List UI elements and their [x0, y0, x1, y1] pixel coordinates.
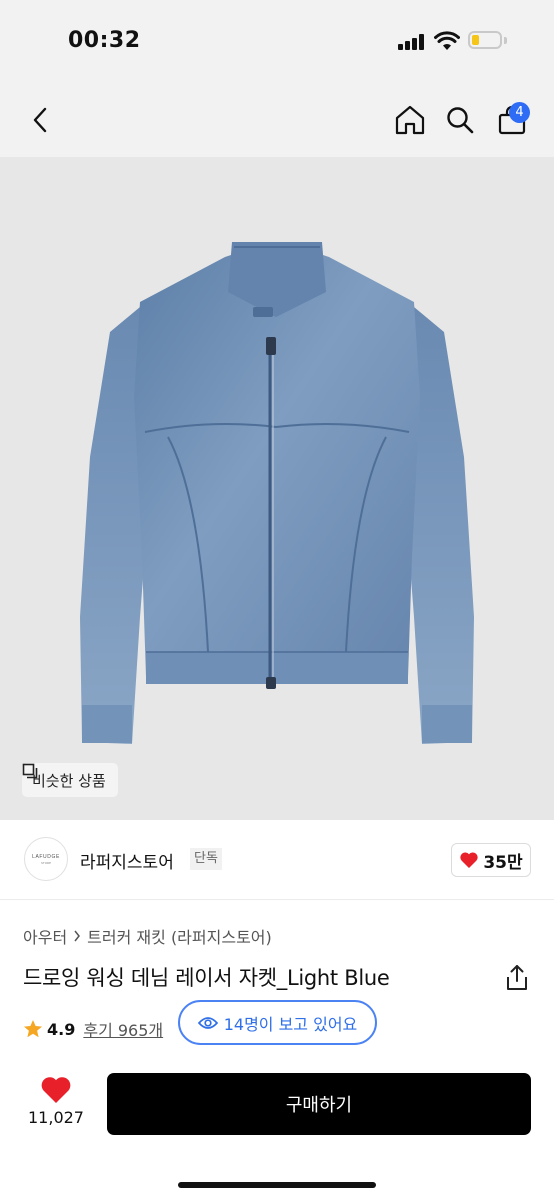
- rating-value: 4.9: [47, 1019, 76, 1039]
- search-icon: [447, 106, 474, 133]
- home-icon: [395, 105, 425, 134]
- share-icon: [507, 965, 527, 990]
- similar-products-button[interactable]: 비슷한 상품: [22, 763, 118, 797]
- breadcrumb: 아우터 트러커 재킷 (라퍼지스토어): [23, 924, 272, 948]
- favorite-count: 11,027: [28, 1108, 84, 1127]
- product-title: 드로잉 워싱 데님 레이서 자켓_Light Blue: [23, 966, 390, 990]
- store-name[interactable]: 라퍼지스토어: [80, 848, 174, 873]
- cart-count-badge: 4: [509, 102, 530, 123]
- store-logo[interactable]: LAFUDGE STORE: [24, 837, 68, 881]
- viewers-badge: 14명이 보고 있어요: [178, 1000, 377, 1045]
- review-count-link[interactable]: 후기 965개: [83, 1017, 163, 1041]
- rating-row: 4.9 후기 965개: [23, 1016, 163, 1042]
- favorite-button[interactable]: [40, 1075, 72, 1105]
- heart-icon: [460, 852, 478, 868]
- denim-jacket-image: [0, 157, 554, 820]
- store-logo-sub: STORE: [40, 860, 52, 865]
- wifi-icon: [434, 31, 460, 50]
- eye-icon: [197, 1016, 218, 1029]
- top-nav-bar: [0, 82, 554, 157]
- battery-icon: [468, 31, 502, 49]
- buy-button[interactable]: 구매하기: [107, 1073, 531, 1135]
- product-image[interactable]: 비슷한 상품: [0, 157, 554, 820]
- breadcrumb-item-outer[interactable]: 아우터: [23, 924, 67, 948]
- status-time: 00:32: [68, 28, 141, 53]
- chevron-right-icon: [74, 930, 81, 942]
- battery-cap: [504, 37, 507, 44]
- store-like-count: 35만: [483, 852, 523, 873]
- status-bar: 00:32: [0, 0, 554, 82]
- share-button[interactable]: [504, 964, 530, 992]
- back-button[interactable]: [18, 82, 62, 157]
- viewers-text: 14명이 보고 있어요: [223, 1014, 358, 1034]
- store-like-button[interactable]: 35만: [451, 843, 531, 877]
- exclusive-tag: 단독: [190, 848, 222, 870]
- home-indicator: [178, 1182, 376, 1188]
- store-logo-text: LAFUDGE: [32, 853, 60, 860]
- breadcrumb-item-trucker[interactable]: 트러커 재킷 (라퍼지스토어): [87, 924, 272, 948]
- similar-products-label: 비슷한 상품: [32, 771, 106, 790]
- signal-icon: [398, 34, 426, 50]
- star-icon: [24, 1020, 42, 1038]
- home-button[interactable]: [388, 82, 432, 157]
- store-row: LAFUDGE STORE 라퍼지스토어 단독 35만: [0, 820, 554, 900]
- back-icon: [33, 107, 47, 132]
- search-button[interactable]: [438, 82, 482, 157]
- similar-icon: [22, 763, 38, 779]
